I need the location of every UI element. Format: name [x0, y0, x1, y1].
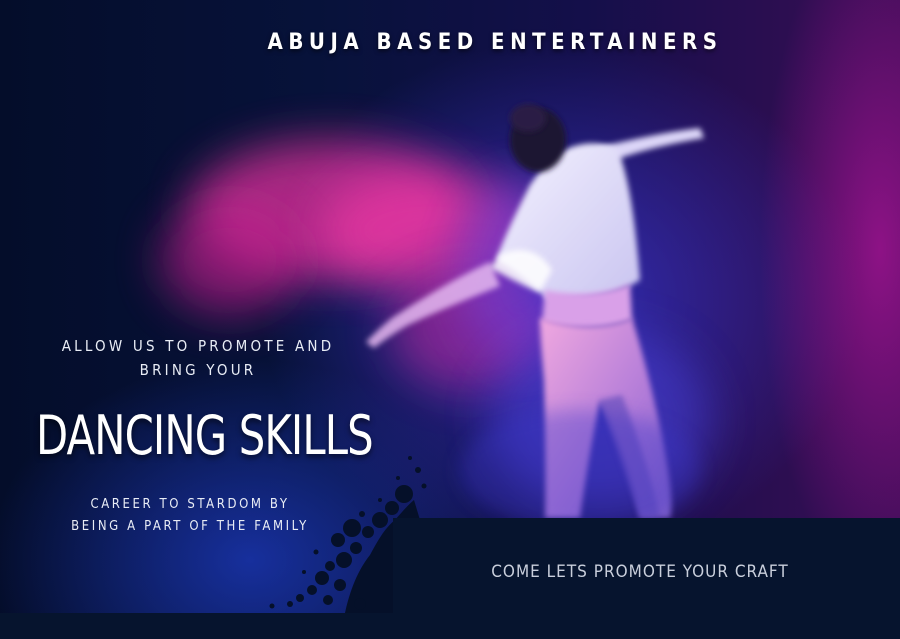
page-title: ABUJA BASED ENTERTAINERS — [267, 30, 723, 55]
cta-text: COME LETS PROMOTE YOUR CRAFT — [491, 562, 789, 582]
bottom-strip — [0, 613, 900, 639]
career-line-1: CAREER TO STARDOM BY — [90, 497, 290, 512]
poster: COME LETS PROMOTE YOUR CRAFT ABUJA BASED… — [0, 0, 900, 639]
intro-line-1: ALLOW US TO PROMOTE AND — [61, 337, 335, 355]
intro-line-2: BRING YOUR — [139, 361, 257, 379]
headline: DANCING SKILLS — [36, 404, 374, 467]
career-text: CAREER TO STARDOM BY BEING A PART OF THE… — [40, 494, 340, 538]
intro-text: ALLOW US TO PROMOTE AND BRING YOUR — [48, 334, 348, 382]
career-line-2: BEING A PART OF THE FAMILY — [71, 519, 309, 534]
